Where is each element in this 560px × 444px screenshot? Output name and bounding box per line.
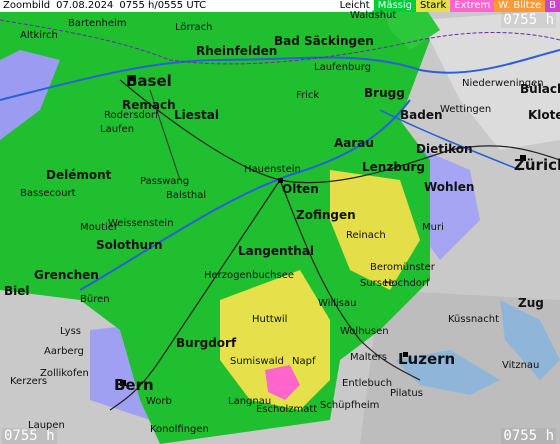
label-lorrach: Lörrach	[175, 22, 213, 33]
label-olten: Olten	[282, 182, 319, 196]
legend-strong: Stark	[416, 0, 451, 12]
label-waldshut: Waldshut	[350, 10, 397, 21]
header-bar: Zoombild 07.08.2024 0755 h/0555 UTC Leic…	[0, 0, 560, 12]
label-langenthal: Langenthal	[238, 244, 315, 258]
label-grenchen: Grenchen	[34, 268, 99, 282]
label-altkirch: Altkirch	[20, 30, 58, 41]
label-worb: Worb	[146, 396, 172, 407]
label-laufenburg: Laufenburg	[314, 62, 372, 73]
label-pilatus: Pilatus	[390, 388, 423, 399]
label-herzogenbuchsee: Herzogenbuchsee	[204, 270, 295, 281]
label-wettingen: Wettingen	[440, 104, 492, 115]
label-napf: Napf	[292, 356, 316, 367]
label-lyss: Lyss	[60, 326, 81, 337]
label-willisau: Willisau	[318, 298, 357, 309]
label-sumiswald: Sumiswald	[230, 356, 284, 367]
label-lenzburg: Lenzburg	[362, 160, 425, 174]
header-time: 0755 h/0555 UTC	[119, 0, 207, 11]
header-date: 07.08.2024	[56, 0, 114, 11]
label-bulach: Bülach	[520, 82, 560, 96]
label-aarau: Aarau	[334, 136, 374, 150]
label-zollikofen: Zollikofen	[40, 368, 89, 379]
label-balsthal: Balsthal	[166, 190, 207, 201]
label-zurich: Zürich	[514, 156, 560, 174]
label-entlebuch: Entlebuch	[342, 378, 393, 389]
legend-b: B	[545, 0, 560, 12]
label-bassecourt: Bassecourt	[20, 188, 76, 199]
label-baden: Baden	[400, 108, 443, 122]
header-title: Zoombild	[3, 0, 51, 11]
label-dietikon: Dietikon	[416, 142, 473, 156]
timestamp-top-right: 0755 h	[501, 12, 556, 28]
timestamp-bottom-right: 0755 h	[501, 428, 556, 444]
legend-extreme: Extrem	[450, 0, 495, 12]
label-kussnacht: Küssnacht	[448, 314, 500, 325]
label-bern: Bern	[114, 376, 154, 394]
label-laupen: Laupen	[28, 420, 65, 431]
label-liestal: Liestal	[174, 108, 219, 122]
label-wohlen: Wohlen	[424, 180, 475, 194]
label-biel: Biel	[4, 284, 30, 298]
label-basel: Basel	[126, 72, 172, 90]
label-frick: Frick	[296, 90, 320, 101]
label-kerzers: Kerzers	[10, 376, 48, 387]
label-huttwil: Huttwil	[252, 314, 288, 325]
label-laufen: Laufen	[100, 124, 135, 135]
label-konolfingen: Konolfingen	[150, 424, 209, 435]
label-zofingen: Zofingen	[296, 208, 356, 222]
label-solothurn: Solothurn	[96, 238, 163, 252]
label-reinach: Reinach	[346, 230, 386, 241]
label-wolhusen: Wolhusen	[340, 326, 389, 337]
label-delemont: Delémont	[46, 168, 112, 182]
label-brugg: Brugg	[364, 86, 405, 100]
weather-radar-map: Zoombild 07.08.2024 0755 h/0555 UTC Leic…	[0, 0, 560, 444]
legend-lightning: W. Blitze	[494, 0, 546, 12]
label-rodersdorf: Rodersdorf	[104, 110, 159, 121]
label-beromunster: Beromünster	[370, 262, 435, 273]
label-malters: Malters	[350, 352, 387, 363]
label-burgdorf: Burgdorf	[176, 336, 237, 350]
label-bartenheim: Bartenheim	[68, 18, 127, 29]
label-langnau: Langnau	[228, 396, 272, 407]
label-hochdorf: Hochdorf	[384, 278, 430, 289]
label-weissenstein: Weissenstein	[108, 218, 174, 229]
label-schupfheim: Schüpfheim	[320, 400, 380, 411]
label-buren: Büren	[80, 294, 110, 305]
label-muri: Muri	[422, 222, 444, 233]
label-bad-sackingen: Bad Säckingen	[274, 34, 374, 48]
label-passwang: Passwang	[140, 176, 190, 187]
label-zug: Zug	[518, 296, 544, 310]
label-aarberg: Aarberg	[44, 346, 84, 357]
label-rheinfelden: Rheinfelden	[196, 44, 278, 58]
label-hauenstein: Hauenstein	[244, 164, 301, 175]
label-vitznau: Vitznau	[502, 360, 540, 371]
label-kloten: Kloten	[528, 108, 560, 122]
label-luzern: Luzern	[398, 350, 456, 368]
